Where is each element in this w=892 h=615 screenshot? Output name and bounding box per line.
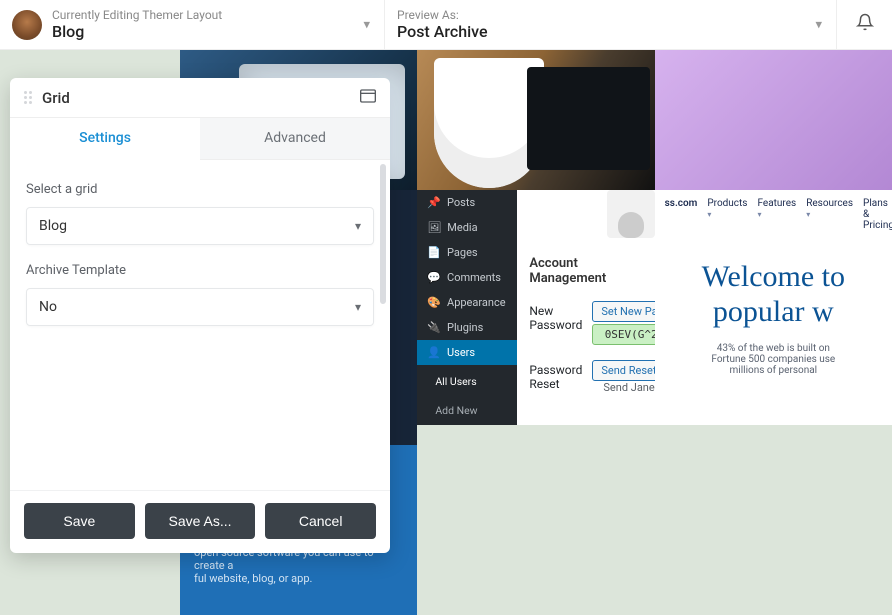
layout-switcher[interactable]: Currently Editing Themer Layout Blog ▾: [0, 0, 385, 49]
chevron-down-icon: ▾: [355, 219, 361, 233]
bg-tile: ss.com Products Features Resources Plans…: [655, 190, 892, 425]
panel-tabs: Settings Advanced: [10, 118, 390, 160]
cancel-button[interactable]: Cancel: [265, 503, 376, 539]
expand-window-icon[interactable]: [360, 88, 376, 107]
panel-title: Grid: [42, 89, 70, 107]
top-bar: Currently Editing Themer Layout Blog ▾ P…: [0, 0, 892, 50]
beaver-logo-icon: [12, 10, 42, 40]
bg-tile: [417, 50, 654, 190]
module-settings-panel: Grid Settings Advanced Select a grid Blo…: [10, 78, 390, 553]
promo-headline: Welcome to popular w: [669, 260, 878, 329]
wp-admin-sidebar: 📌Posts 🖼Media 📄Pages 💬Comments 🎨Appearan…: [417, 190, 517, 425]
select-grid-label: Select a grid: [26, 182, 374, 197]
save-as-button[interactable]: Save As...: [145, 503, 256, 539]
drag-handle-icon[interactable]: [24, 91, 32, 104]
archive-template-dropdown[interactable]: No ▾: [26, 288, 374, 326]
archive-template-value: No: [39, 299, 57, 315]
bg-tile: 📌Posts 🖼Media 📄Pages 💬Comments 🎨Appearan…: [417, 190, 654, 425]
avatar: [607, 190, 655, 238]
bg-tile: [655, 50, 892, 190]
save-button[interactable]: Save: [24, 503, 135, 539]
archive-template-label: Archive Template: [26, 263, 374, 278]
account-heading: Account Management: [529, 256, 642, 286]
password-value: 0SEV(G^22y: [592, 324, 654, 345]
chevron-down-icon: ▾: [363, 17, 370, 32]
password-reset-label: Password Reset: [529, 363, 582, 391]
tab-settings[interactable]: Settings: [10, 118, 200, 160]
tab-advanced[interactable]: Advanced: [200, 118, 390, 159]
send-reset-button: Send Reset Li: [592, 360, 654, 381]
chevron-down-icon: ▾: [355, 300, 361, 314]
preview-super-label: Preview As:: [397, 8, 488, 22]
promo-kicker: 43% of the web is built on Fortune 500 c…: [669, 343, 878, 376]
chevron-down-icon: ▾: [815, 17, 822, 32]
set-password-button: Set New Pass: [592, 301, 654, 322]
notifications-button[interactable]: [837, 0, 892, 49]
select-grid-dropdown[interactable]: Blog ▾: [26, 207, 374, 245]
layout-title: Blog: [52, 22, 222, 41]
bell-icon: [856, 13, 874, 36]
scrollbar[interactable]: [380, 164, 386, 304]
layout-super-label: Currently Editing Themer Layout: [52, 8, 222, 22]
select-grid-value: Blog: [39, 218, 67, 234]
new-password-label: New Password: [529, 304, 582, 332]
preview-title: Post Archive: [397, 22, 488, 41]
promo-nav: ss.com Products Features Resources Plans…: [665, 198, 892, 231]
preview-as-switcher[interactable]: Preview As: Post Archive ▾: [385, 0, 837, 49]
